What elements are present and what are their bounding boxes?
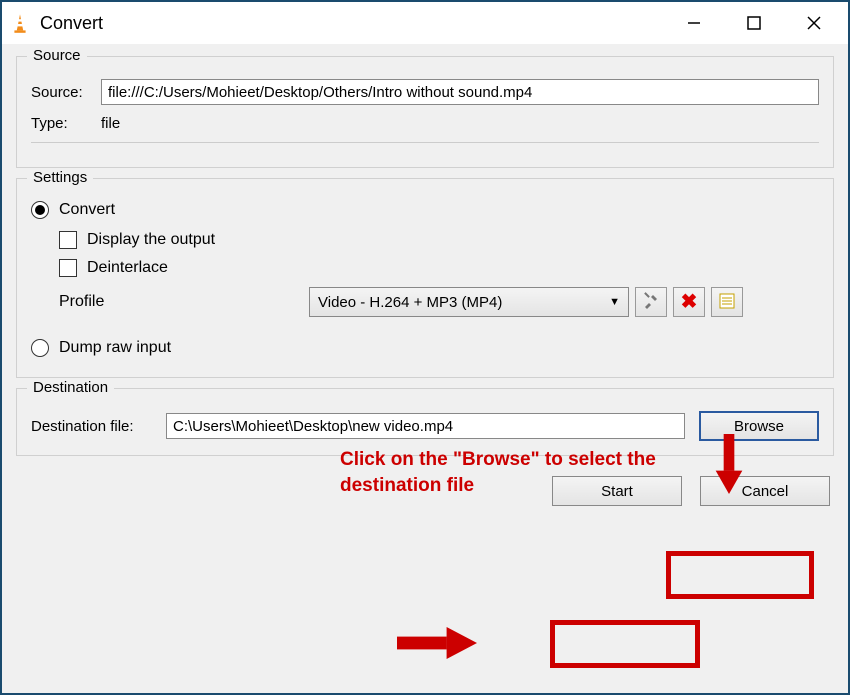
deinterlace-label: Deinterlace <box>87 259 168 277</box>
settings-group: Settings Convert Display the output Dein… <box>16 178 834 378</box>
display-output-checkbox[interactable] <box>59 231 77 249</box>
convert-radio-label: Convert <box>59 201 115 219</box>
divider <box>31 142 819 143</box>
cancel-button[interactable]: Cancel <box>700 476 830 506</box>
titlebar: Convert <box>2 2 848 44</box>
window-controls <box>664 3 844 43</box>
type-value: file <box>101 115 120 132</box>
display-output-label: Display the output <box>87 231 215 249</box>
deinterlace-checkbox[interactable] <box>59 259 77 277</box>
destination-group: Destination Destination file: Browse <box>16 388 834 456</box>
source-label: Source: <box>31 84 101 101</box>
annotation-arrow-right-icon <box>397 626 477 663</box>
settings-legend: Settings <box>27 169 93 186</box>
destination-file-label: Destination file: <box>31 418 166 435</box>
edit-profile-button[interactable] <box>635 287 667 317</box>
source-group: Source Source: Type: file <box>16 56 834 168</box>
new-profile-button[interactable] <box>711 287 743 317</box>
start-button[interactable]: Start <box>552 476 682 506</box>
source-legend: Source <box>27 47 87 64</box>
type-label: Type: <box>31 115 101 132</box>
annotation-browse-highlight <box>666 551 814 599</box>
browse-button[interactable]: Browse <box>699 411 819 441</box>
annotation-start-highlight <box>550 620 700 668</box>
maximize-button[interactable] <box>724 3 784 43</box>
dump-raw-label: Dump raw input <box>59 339 171 357</box>
dialog-footer: Start Cancel <box>16 466 834 506</box>
client-area: Source Source: Type: file Settings Conve… <box>2 44 848 693</box>
new-profile-icon <box>718 292 736 313</box>
chevron-down-icon: ▼ <box>609 296 620 308</box>
convert-radio[interactable] <box>31 201 49 219</box>
tools-icon <box>642 292 660 313</box>
destination-legend: Destination <box>27 379 114 396</box>
convert-dialog: Convert Source Source: Type: file <box>0 0 850 695</box>
profile-label: Profile <box>59 293 309 311</box>
source-input[interactable] <box>101 79 819 105</box>
vlc-cone-icon <box>12 14 30 32</box>
profile-combobox[interactable]: Video - H.264 + MP3 (MP4) ▼ <box>309 287 629 317</box>
delete-icon: ✖ <box>681 292 698 312</box>
minimize-button[interactable] <box>664 3 724 43</box>
close-button[interactable] <box>784 3 844 43</box>
profile-value: Video - H.264 + MP3 (MP4) <box>318 294 502 311</box>
delete-profile-button[interactable]: ✖ <box>673 287 705 317</box>
window-title: Convert <box>40 13 664 34</box>
destination-file-input[interactable] <box>166 413 685 439</box>
dump-raw-radio[interactable] <box>31 339 49 357</box>
